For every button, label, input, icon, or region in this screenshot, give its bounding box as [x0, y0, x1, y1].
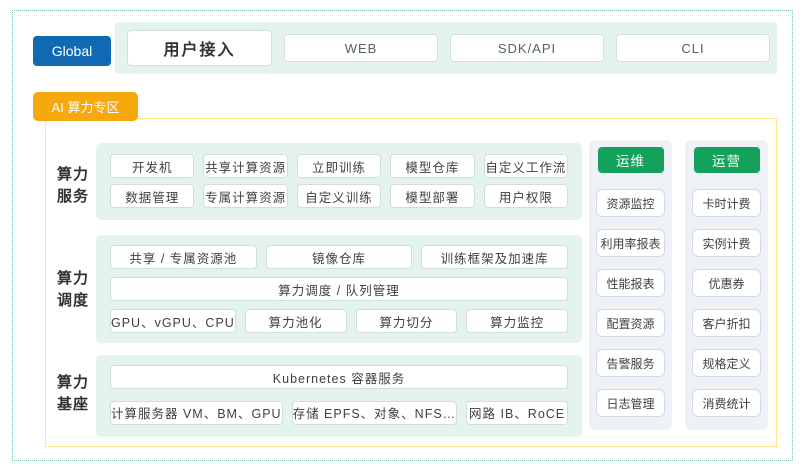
channel-box: WEB [284, 34, 438, 62]
architecture-diagram: Global 用户接入 WEBSDK/APICLI AI 算力专区 算力服务 算… [0, 0, 802, 469]
layer-label-scheduling: 算力调度 [51, 268, 95, 312]
diagram-cell: 开发机 [110, 154, 194, 178]
diagram-cell: 自定义训练 [297, 184, 381, 208]
side-item: 配置资源 [596, 309, 665, 337]
layer-label-base: 算力基座 [51, 372, 95, 416]
layer-label-line: 算力 [51, 164, 95, 186]
cell-row: GPU、vGPU、CPU 算力池化算力切分算力监控 [110, 309, 568, 333]
side-column-title: 运营 [694, 147, 760, 173]
diagram-cell: 共享计算资源 [203, 154, 287, 178]
channel-box: SDK/API [450, 34, 604, 62]
side-item: 性能报表 [596, 269, 665, 297]
side-item: 日志管理 [596, 389, 665, 417]
diagram-cell: 计算服务器 VM、BM、GPU [110, 401, 283, 425]
panel-base: Kubernetes 容器服务计算服务器 VM、BM、GPU 存储 EPFS、对象… [96, 355, 582, 437]
diagram-cell: 存储 EPFS、对象、NFS… [292, 401, 458, 425]
side-item: 利用率报表 [596, 229, 665, 257]
diagram-cell: GPU、vGPU、CPU [110, 309, 236, 333]
channel-box: CLI [616, 34, 770, 62]
side-item: 资源监控 [596, 189, 665, 217]
diagram-cell: 训练框架及加速库 [421, 245, 568, 269]
layer-label-line: 服务 [51, 186, 95, 208]
diagram-cell: 模型仓库 [390, 154, 474, 178]
diagram-cell: 共享 / 专属资源池 [110, 245, 257, 269]
diagram-cell: 算力调度 / 队列管理 [110, 277, 568, 301]
panel-scheduling: 共享 / 专属资源池镜像仓库训练框架及加速库算力调度 / 队列管理GPU、vGP… [96, 235, 582, 343]
side-column-ops: 运维资源监控利用率报表性能报表配置资源告警服务日志管理 [589, 140, 672, 430]
layer-label-line: 调度 [51, 290, 95, 312]
side-column-biz: 运营卡时计费实例计费优惠券客户折扣规格定义消费统计 [685, 140, 768, 430]
side-item: 规格定义 [692, 349, 761, 377]
cell-row: Kubernetes 容器服务 [110, 365, 568, 392]
layer-label-line: 基座 [51, 394, 95, 416]
layer-label-line: 算力 [51, 372, 95, 394]
layer-label-services: 算力服务 [51, 164, 95, 208]
diagram-cell: 用户权限 [484, 184, 568, 208]
cell-row: 开发机共享计算资源立即训练模型仓库自定义工作流 [110, 154, 568, 178]
cell-row: 共享 / 专属资源池镜像仓库训练框架及加速库 [110, 245, 568, 269]
side-item: 优惠券 [692, 269, 761, 297]
diagram-cell: 立即训练 [297, 154, 381, 178]
side-item: 卡时计费 [692, 189, 761, 217]
diagram-cell: 自定义工作流 [484, 154, 568, 178]
diagram-cell: 算力切分 [356, 309, 458, 333]
side-item: 告警服务 [596, 349, 665, 377]
diagram-cell: 算力监控 [466, 309, 568, 333]
cell-row: 数据管理专属计算资源自定义训练模型部署用户权限 [110, 184, 568, 208]
diagram-cell: 数据管理 [110, 184, 194, 208]
layer-label-line: 算力 [51, 268, 95, 290]
diagram-cell: Kubernetes 容器服务 [110, 365, 568, 389]
diagram-cell: 镜像仓库 [266, 245, 413, 269]
diagram-cell: 模型部署 [390, 184, 474, 208]
diagram-cell: 算力池化 [245, 309, 347, 333]
user-access-band: 用户接入 WEB SDK/API CLI [115, 22, 777, 74]
side-item: 客户折扣 [692, 309, 761, 337]
panel-services: 开发机共享计算资源立即训练模型仓库自定义工作流数据管理专属计算资源自定义训练模型… [96, 143, 582, 220]
side-item: 消费统计 [692, 389, 761, 417]
diagram-cell: 网路 IB、RoCE [466, 401, 568, 425]
side-item: 实例计费 [692, 229, 761, 257]
user-access-box: 用户接入 [127, 30, 272, 66]
cell-row: 算力调度 / 队列管理 [110, 277, 568, 301]
diagram-cell: 专属计算资源 [203, 184, 287, 208]
side-column-title: 运维 [598, 147, 664, 173]
global-badge: Global [33, 36, 111, 66]
cell-row: 计算服务器 VM、BM、GPU 存储 EPFS、对象、NFS… 网路 IB、RoCE [110, 401, 568, 428]
ai-zone-badge: AI 算力专区 [33, 92, 138, 121]
